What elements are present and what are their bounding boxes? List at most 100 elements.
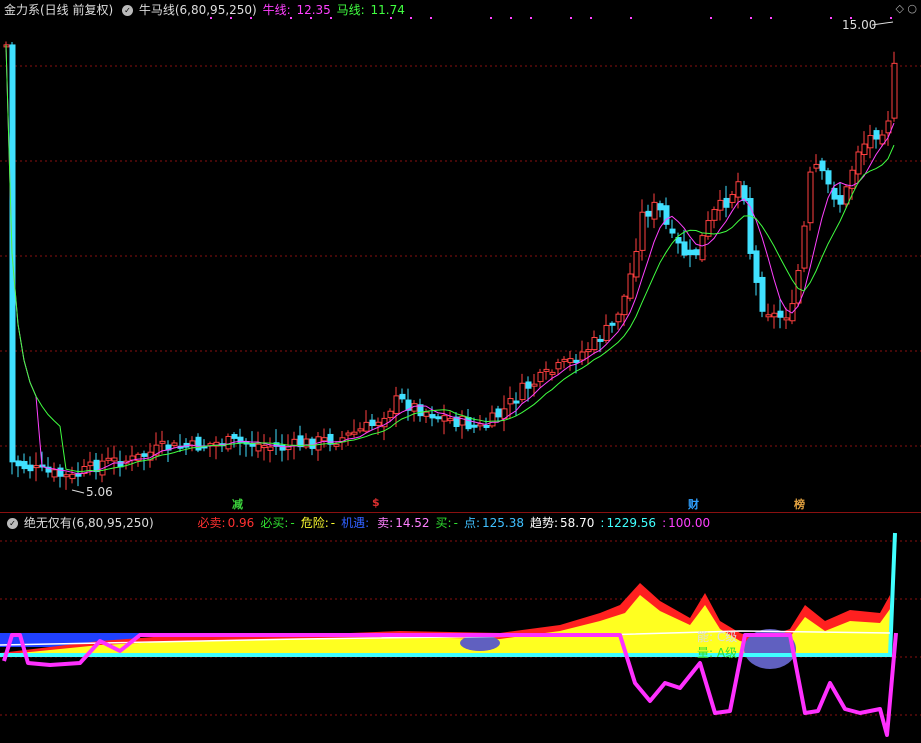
candle-body bbox=[322, 438, 327, 441]
bull-line-label: 牛线: bbox=[263, 3, 291, 17]
candle-body bbox=[232, 435, 237, 439]
indicator-item-label: 必卖: bbox=[198, 516, 226, 530]
candle-body bbox=[58, 468, 63, 476]
low-pointer bbox=[72, 490, 84, 493]
signal-dot bbox=[410, 17, 412, 19]
horse-line-value: 11.74 bbox=[371, 3, 405, 17]
indicator-item-value: - bbox=[290, 516, 294, 530]
candle-body bbox=[814, 164, 819, 168]
candle-body bbox=[442, 416, 447, 421]
candle-body bbox=[250, 444, 255, 446]
pane-toggle-icons[interactable]: ◇ ○ bbox=[895, 2, 917, 15]
bull-line-value: 12.35 bbox=[296, 3, 330, 17]
candle-body bbox=[622, 296, 627, 314]
indicator-title: 绝无仅有(6,80,95,250) bbox=[24, 516, 154, 530]
candle-body bbox=[286, 447, 291, 450]
candle-body bbox=[724, 198, 729, 207]
candle-body bbox=[520, 383, 525, 399]
candle-body bbox=[484, 425, 489, 427]
marker-finance: 财 bbox=[688, 496, 699, 512]
candle-body bbox=[718, 200, 723, 210]
signal-dot bbox=[530, 17, 532, 19]
indicator-item-value: 125.38 bbox=[482, 516, 524, 530]
indicator-item-label: 危险: bbox=[301, 516, 329, 530]
candle-body bbox=[700, 236, 705, 260]
candle-body bbox=[142, 454, 147, 457]
candle-body bbox=[820, 161, 825, 171]
candle-body bbox=[388, 411, 393, 417]
signal-dot bbox=[570, 17, 572, 19]
candle-body bbox=[616, 314, 621, 322]
candle-body bbox=[514, 401, 519, 403]
marker-dollar: $ bbox=[372, 496, 380, 509]
candle-body bbox=[562, 359, 567, 361]
marker-reduce: 减 bbox=[232, 496, 243, 512]
bull-line bbox=[6, 45, 894, 474]
candle-body bbox=[472, 425, 477, 427]
candle-body bbox=[802, 226, 807, 268]
candle-body bbox=[262, 446, 267, 448]
candle-body bbox=[868, 136, 873, 148]
candle-body bbox=[16, 461, 21, 466]
candle-body bbox=[34, 466, 39, 468]
candle-body bbox=[256, 444, 261, 451]
indicator-pane[interactable]: ✓ 绝无仅有(6,80,95,250) 必卖: 0.96 必买: - 危险: - 机遇: 卖:… bbox=[0, 513, 921, 743]
candle-body bbox=[772, 313, 777, 317]
candle-body bbox=[64, 475, 69, 477]
signal-dot bbox=[830, 17, 832, 19]
candle-body bbox=[424, 412, 429, 416]
candle-body bbox=[334, 444, 339, 446]
candle-body bbox=[538, 372, 543, 381]
candle-body bbox=[106, 458, 111, 460]
candle-body bbox=[160, 441, 165, 443]
indicator-item-label: 点: bbox=[464, 516, 480, 530]
candle-body bbox=[604, 325, 609, 340]
indicator-settings-icon[interactable]: ✓ bbox=[122, 5, 133, 16]
candle-body bbox=[88, 462, 93, 466]
candle-body bbox=[448, 419, 453, 421]
candle-body bbox=[784, 318, 789, 320]
candle-body bbox=[766, 315, 771, 317]
indicator-item-value: 100.00 bbox=[668, 516, 710, 530]
candle-body bbox=[634, 252, 639, 277]
indicator-chart[interactable] bbox=[0, 513, 921, 743]
indicator-item-label: : bbox=[600, 516, 604, 530]
candle-body bbox=[550, 372, 555, 374]
candle-body bbox=[856, 152, 861, 174]
indicator-settings-icon-2[interactable]: ✓ bbox=[7, 518, 18, 529]
top-header: 金力系(日线 前复权) ✓ 牛马线(6,80,95,250) 牛线: 12.35… bbox=[4, 2, 407, 18]
candle-body bbox=[826, 171, 831, 184]
candle-body bbox=[358, 429, 363, 431]
candle-body bbox=[460, 416, 465, 425]
candle-body bbox=[490, 413, 495, 426]
candle-body bbox=[736, 182, 741, 197]
candle-body bbox=[430, 415, 435, 418]
indicator-item-label: 趋势: bbox=[530, 516, 558, 530]
indicator-item-value: - bbox=[331, 516, 335, 530]
indicator-item-value: - bbox=[454, 516, 458, 530]
candle-body bbox=[754, 251, 759, 283]
candle-body bbox=[466, 418, 471, 429]
candlestick-pane[interactable]: 金力系(日线 前复权) ✓ 牛马线(6,80,95,250) 牛线: 12.35… bbox=[0, 0, 921, 513]
candle-body bbox=[646, 211, 651, 216]
indicator-item-label: 机遇: bbox=[341, 516, 369, 530]
candle-body bbox=[844, 187, 849, 204]
candle-body bbox=[808, 172, 813, 223]
horse-line-label: 马线: bbox=[337, 3, 365, 17]
signal-dot bbox=[490, 17, 492, 19]
candle-body bbox=[436, 417, 441, 419]
candlestick-chart[interactable] bbox=[0, 0, 921, 512]
candle-body bbox=[742, 186, 747, 201]
main-indicator-title: 金力系(日线 前复权) bbox=[4, 3, 113, 17]
signal-dot bbox=[430, 17, 432, 19]
indicator-item-label: 买: bbox=[436, 516, 452, 530]
candle-body bbox=[892, 63, 897, 118]
candle-body bbox=[592, 337, 597, 349]
candle-body bbox=[760, 277, 765, 311]
candle-body bbox=[526, 382, 531, 388]
candle-body bbox=[574, 360, 579, 362]
signal-dot bbox=[890, 17, 892, 19]
candle-body bbox=[832, 188, 837, 199]
candle-body bbox=[670, 229, 675, 233]
signal-dot bbox=[510, 17, 512, 19]
